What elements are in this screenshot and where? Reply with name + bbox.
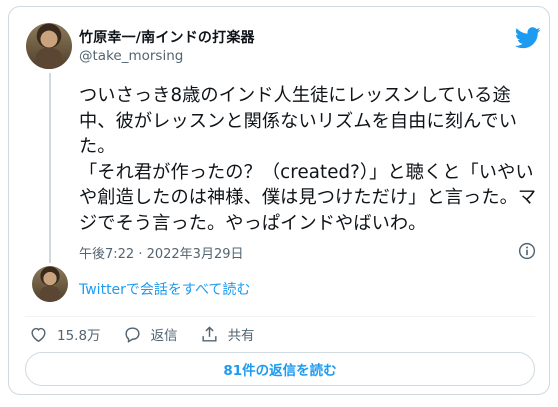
info-icon[interactable] (518, 242, 536, 260)
thread-line (49, 73, 51, 263)
twitter-bird-icon[interactable] (515, 27, 541, 49)
read-conversation-link[interactable]: Twitterで会話をすべて読む (79, 279, 250, 299)
tweet-actions: 15.8万 返信 共有 (29, 323, 277, 345)
reply-label: 返信 (150, 328, 178, 344)
tweet-text: ついさっき8歳のインド人生徒にレッスンしている途中、彼がレッスンと関係ないリズム… (79, 85, 537, 234)
divider (25, 316, 535, 317)
author-handle[interactable]: @take_morsing (79, 48, 183, 64)
author-display-name[interactable]: 竹原幸一/南インドの打楽器 (79, 27, 255, 47)
read-replies-button[interactable]: 81件の返信を読む (25, 352, 535, 386)
tweet-timestamp[interactable]: 午後7:22 · 2022年3月29日 (79, 243, 244, 262)
share-label: 共有 (227, 328, 255, 344)
reply-button[interactable]: 返信 (123, 324, 178, 344)
like-count: 15.8万 (57, 328, 101, 344)
conversation-avatar[interactable] (32, 266, 68, 302)
share-upload-icon (202, 325, 217, 342)
author-avatar[interactable] (26, 23, 72, 69)
like-button[interactable]: 15.8万 (29, 324, 101, 344)
tweet-card: 竹原幸一/南インドの打楽器 @take_morsing ついさっき8歳のインド人… (8, 6, 550, 395)
reply-bubble-icon (125, 326, 140, 343)
share-button[interactable]: 共有 (200, 324, 255, 344)
heart-icon (31, 327, 46, 342)
